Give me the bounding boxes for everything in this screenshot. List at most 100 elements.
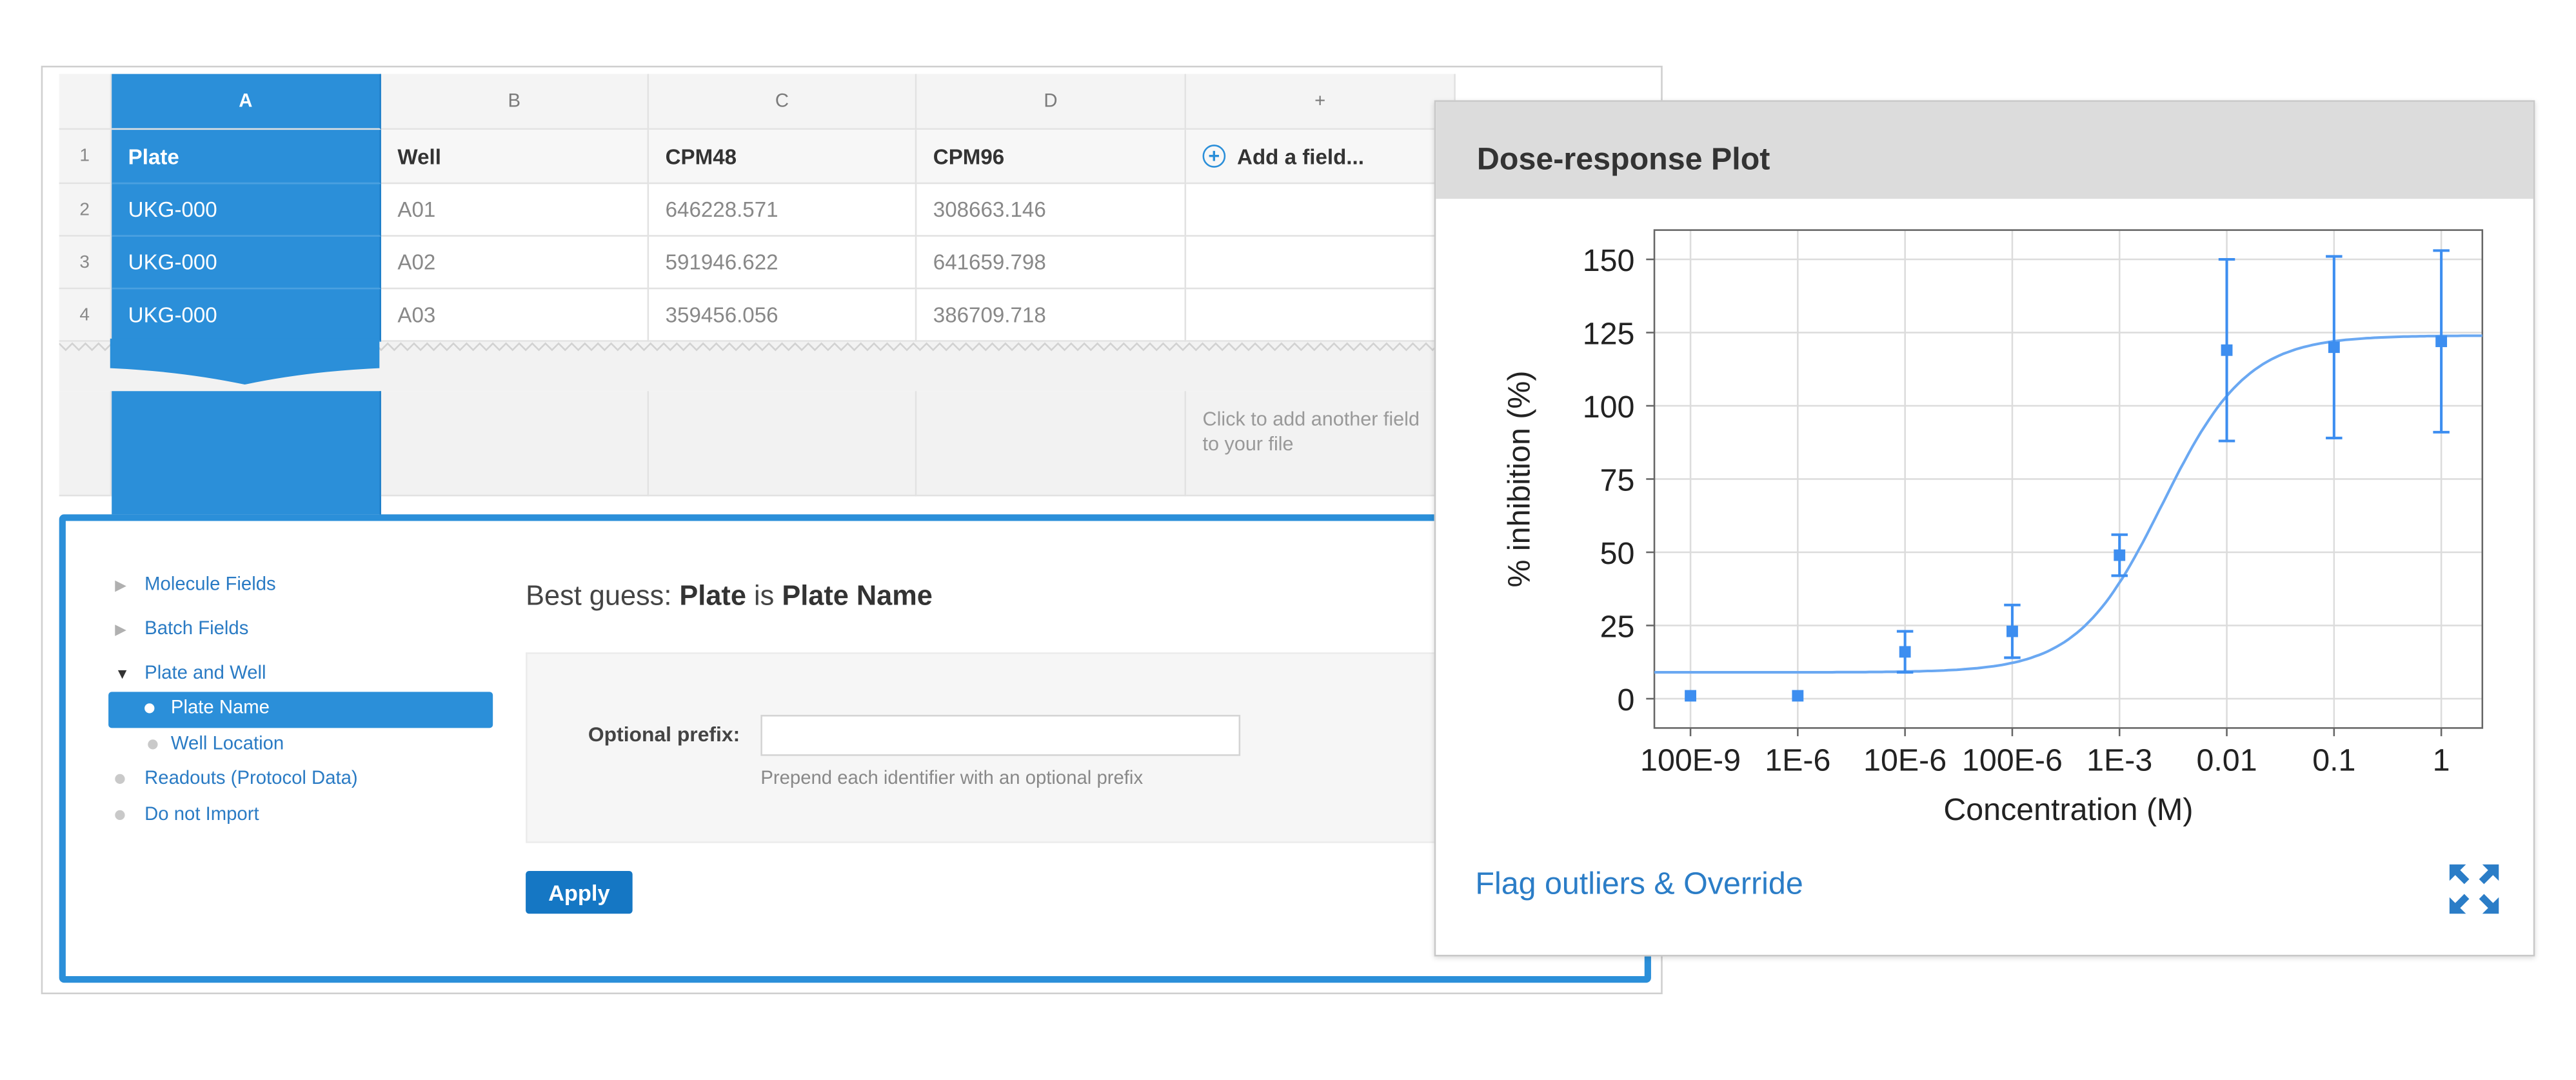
add-field-hint[interactable]: Click to add another field to your file: [1186, 391, 1456, 497]
data-point: [1899, 646, 1911, 658]
x-axis-label: Concentration (M): [1943, 792, 2193, 827]
plot-header: Dose-response Plot: [1436, 101, 2533, 199]
continuation-cell: [59, 391, 112, 497]
data-point: [2114, 549, 2126, 561]
corner-cell: [59, 74, 112, 130]
plot-title: Dose-response Plot: [1476, 143, 1770, 178]
x-tick-label: 0.01: [2196, 743, 2257, 778]
table-cell[interactable]: 359456.056: [649, 289, 917, 342]
field-mapping-panel: ▶ Molecule Fields ▶ Batch Fields ▼ Plate…: [59, 514, 1651, 983]
table-cell[interactable]: 591946.622: [649, 236, 917, 290]
table-cell[interactable]: [1186, 184, 1456, 237]
x-tick-label: 100E-9: [1640, 743, 1741, 778]
continuation-cell: [649, 391, 917, 497]
best-guess-target: Plate Name: [782, 580, 933, 612]
table-cell[interactable]: UKG-000: [112, 236, 381, 290]
triangle-right-icon: ▶: [115, 577, 126, 594]
y-tick-label: 125: [1583, 316, 1635, 351]
selected-column-cell[interactable]: [112, 391, 381, 516]
data-points: [1685, 335, 2448, 702]
data-point: [2221, 344, 2233, 356]
bullet-icon: [115, 810, 125, 821]
table-cell[interactable]: UKG-000: [112, 184, 381, 237]
x-tick-label: 1: [2433, 743, 2450, 778]
optional-prefix-label: Optional prefix:: [588, 723, 740, 746]
x-tick-label: 1E-6: [1765, 743, 1830, 778]
y-tick-label: 50: [1600, 536, 1635, 571]
y-tick-label: 0: [1618, 683, 1635, 717]
row-number: 3: [59, 236, 112, 290]
header-cell-well[interactable]: Well: [381, 130, 649, 185]
continuation-cell: [916, 391, 1187, 497]
table-cell[interactable]: A03: [381, 289, 649, 342]
table-cell[interactable]: 641659.798: [916, 236, 1187, 290]
data-point: [1792, 690, 1804, 702]
chart-grid: [1654, 230, 2482, 728]
dose-response-chart: 100E-9 1E-6 10E-6 100E-6 1E-3 0.01 0.1 1 0 25 50 75…: [1501, 229, 2484, 827]
tree-item-label: Readouts (Protocol Data): [144, 769, 358, 789]
apply-button[interactable]: Apply: [526, 871, 633, 914]
bullet-icon: [144, 703, 155, 714]
data-point: [2435, 335, 2448, 348]
header-cell-plate[interactable]: Plate: [112, 130, 381, 185]
error-bars: [1896, 249, 2450, 674]
screen: A B C D + 1 Plate Well CPM48 CPM96 + Add…: [0, 0, 2576, 1080]
table-cell[interactable]: 386709.718: [916, 289, 1187, 342]
selected-column-tab: [110, 338, 380, 385]
data-point: [1685, 690, 1696, 702]
add-circle-icon: +: [1202, 145, 1226, 168]
row-number: 4: [59, 289, 112, 342]
add-field-label: Add a field...: [1237, 143, 1364, 169]
table-cell[interactable]: [1186, 289, 1456, 342]
header-cell-cpm96[interactable]: CPM96: [916, 130, 1187, 185]
header-cell-cpm48[interactable]: CPM48: [649, 130, 917, 185]
column-header-a[interactable]: A: [112, 74, 381, 130]
field-tree: ▶ Molecule Fields ▶ Batch Fields ▼ Plate…: [108, 570, 493, 837]
tree-item-do-not-import[interactable]: Do not Import: [115, 800, 443, 836]
row-number: 1: [59, 130, 112, 185]
best-guess-prefix: Best guess:: [526, 580, 672, 612]
y-tick-label: 100: [1583, 390, 1635, 425]
flag-outliers-link[interactable]: Flag outliers & Override: [1475, 868, 1803, 904]
table-cell[interactable]: [1186, 236, 1456, 290]
table-cell[interactable]: UKG-000: [112, 289, 381, 342]
optional-prefix-help: Prepend each identifier with an optional…: [760, 769, 1144, 789]
y-axis-label: % inhibition (%): [1501, 370, 1536, 587]
tree-item-plate-and-well[interactable]: ▼ Plate and Well: [115, 659, 443, 692]
triangle-down-icon: ▼: [115, 665, 130, 683]
table-cell[interactable]: A02: [381, 236, 649, 290]
x-tick-label: 10E-6: [1863, 743, 1947, 778]
tree-item-readouts[interactable]: Readouts (Protocol Data): [115, 764, 443, 800]
tree-item-label: Molecule Fields: [144, 575, 276, 595]
prefix-box: Optional prefix: Prepend each identifier…: [526, 652, 1512, 843]
add-field-button[interactable]: + Add a field...: [1186, 130, 1456, 185]
chart-ticks: 100E-9 1E-6 10E-6 100E-6 1E-3 0.01 0.1 1 0 25 50 75…: [1583, 243, 2450, 778]
tree-item-well-location[interactable]: Well Location: [115, 728, 443, 764]
table-cell[interactable]: A01: [381, 184, 649, 237]
dose-response-window: Dose-response Plot 100E-9 1E-6 10E-6 100E-6…: [1434, 100, 2535, 957]
column-header-c[interactable]: C: [649, 74, 917, 130]
table-cell[interactable]: 646228.571: [649, 184, 917, 237]
optional-prefix-input[interactable]: [760, 715, 1241, 756]
column-header-add[interactable]: +: [1186, 74, 1456, 130]
triangle-right-icon: ▶: [115, 621, 126, 638]
column-header-b[interactable]: B: [381, 74, 649, 130]
column-header-d[interactable]: D: [916, 74, 1187, 130]
best-guess-text: Best guess: Plate is Plate Name: [526, 580, 933, 613]
bullet-icon: [148, 739, 158, 750]
tree-item-label: Well Location: [170, 734, 284, 755]
y-tick-label: 25: [1600, 609, 1635, 644]
table-cell[interactable]: 308663.146: [916, 184, 1187, 237]
y-tick-label: 150: [1583, 243, 1635, 278]
row-number: 2: [59, 184, 112, 237]
best-guess-is: is: [754, 580, 775, 612]
x-tick-label: 0.1: [2312, 743, 2355, 778]
tree-item-label: Plate Name: [170, 698, 270, 719]
data-point: [2328, 341, 2340, 354]
tree-item-molecule-fields[interactable]: ▶ Molecule Fields: [115, 570, 443, 615]
tree-item-label: Batch Fields: [144, 619, 249, 639]
continuation-cell: [381, 391, 649, 497]
expand-arrows-icon[interactable]: [2446, 861, 2502, 917]
tree-item-plate-name[interactable]: Plate Name: [108, 692, 493, 728]
tree-item-batch-fields[interactable]: ▶ Batch Fields: [115, 615, 443, 659]
